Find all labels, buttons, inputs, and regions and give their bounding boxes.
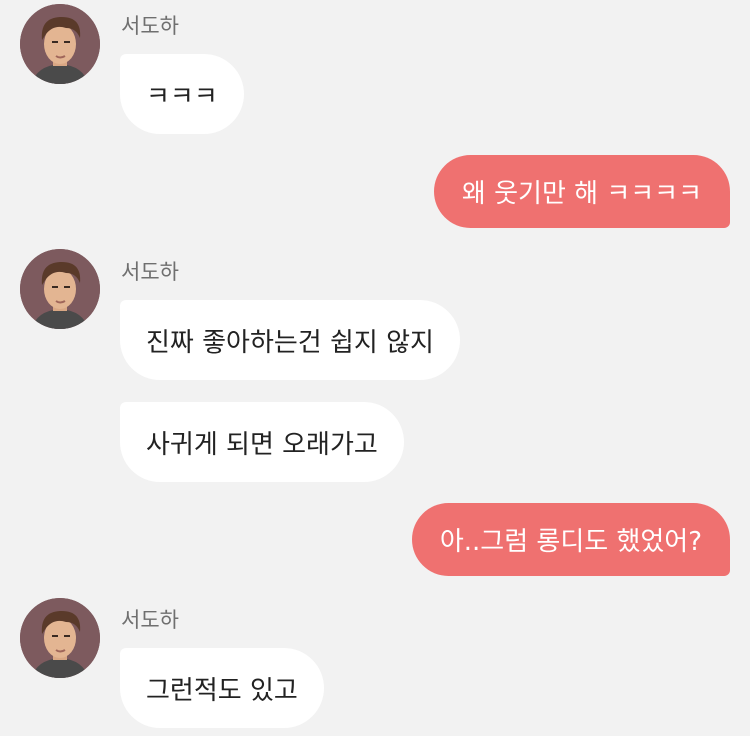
incoming-message-bubble[interactable]: ㅋㅋㅋ [120,54,244,134]
incoming-message-bubble[interactable]: 사귀게 되면 오래가고 [120,402,404,482]
sender-name: 서도하 [121,14,179,38]
incoming-message-bubble[interactable]: 그런적도 있고 [120,648,324,728]
male-portrait-icon [20,4,100,84]
avatar[interactable] [20,249,100,329]
male-portrait-icon [20,249,100,329]
male-portrait-icon [20,598,100,678]
outgoing-message-bubble[interactable]: 왜 웃기만 해 ㅋㅋㅋㅋ [433,155,730,228]
incoming-message-bubble[interactable]: 진짜 좋아하는건 쉽지 않지 [120,300,460,380]
sender-name: 서도하 [121,260,179,284]
avatar[interactable] [20,4,100,84]
outgoing-message-bubble[interactable]: 아..그럼 롱디도 했었어? [411,503,730,576]
avatar[interactable] [20,598,100,678]
sender-name: 서도하 [121,608,179,632]
